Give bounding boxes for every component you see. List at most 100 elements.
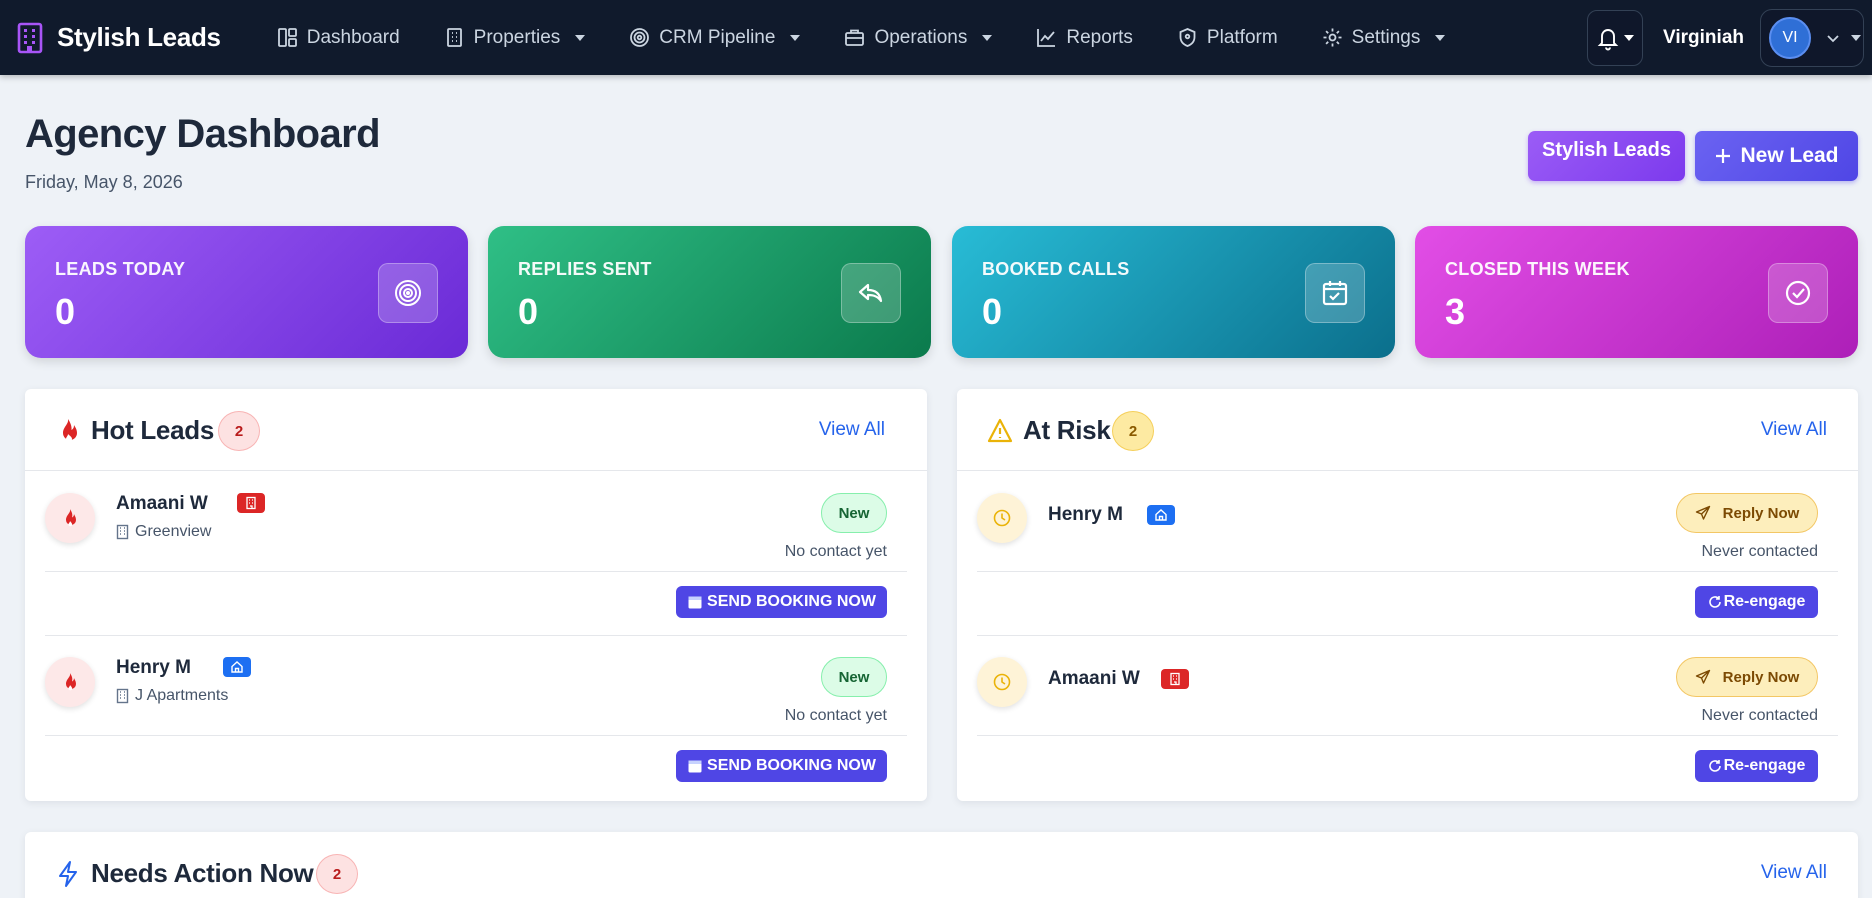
building-icon <box>116 688 129 704</box>
needs-action-view-all-link[interactable]: View All <box>1761 862 1827 884</box>
calendar-check-icon <box>1322 281 1348 306</box>
needs-action-count-badge: 2 <box>316 854 358 894</box>
needs-action-panel: Needs Action Now 2 View All <box>25 832 1858 898</box>
send-icon <box>1695 669 1710 684</box>
hot-leads-header: Hot Leads 2 View All <box>25 389 927 471</box>
building-tag <box>237 493 265 513</box>
page-title: Agency Dashboard <box>25 112 381 156</box>
flame-icon <box>66 673 76 691</box>
lead-name[interactable]: Henry M <box>1048 504 1123 526</box>
list-item[interactable]: Amaani W Greenview New No contact yet SE… <box>45 471 907 636</box>
target-icon <box>395 280 421 306</box>
stat-value: 0 <box>55 291 76 332</box>
lead-property: Greenview <box>116 523 211 541</box>
stat-value: 3 <box>1445 291 1466 332</box>
main-nav: Dashboard Properties CRM Pipeline Operat… <box>277 0 1490 75</box>
nav-right: Virginiah VI <box>1587 0 1872 75</box>
lead-avatar <box>45 657 95 707</box>
check-circle-icon <box>1785 280 1811 306</box>
nav-settings-label: Settings <box>1351 26 1421 48</box>
at-risk-header: At Risk 2 View All <box>957 389 1858 471</box>
caret-down-icon <box>1851 34 1861 41</box>
re-engage-label: Re-engage <box>1723 593 1806 610</box>
stat-card-booked-calls[interactable]: BOOKED CALLS 0 <box>952 226 1395 358</box>
home-tag <box>223 657 251 677</box>
top-navbar: Stylish Leads Dashboard Properties CRM P… <box>0 0 1872 75</box>
nav-reports-label: Reports <box>1066 26 1133 48</box>
lead-property: J Apartments <box>116 687 228 705</box>
send-booking-button[interactable]: SEND BOOKING NOW <box>676 586 887 618</box>
page-date: Friday, May 8, 2026 <box>25 172 183 192</box>
nav-operations-label: Operations <box>874 26 968 48</box>
at-risk-title: At Risk <box>1023 415 1111 445</box>
brand[interactable]: Stylish Leads <box>17 0 221 75</box>
clock-icon <box>993 673 1011 691</box>
reply-now-badge[interactable]: Reply Now <box>1676 493 1818 533</box>
chevron-down-icon <box>1827 34 1839 42</box>
stat-icon-box <box>1305 263 1365 323</box>
lead-name[interactable]: Amaani W <box>1048 668 1140 690</box>
divider <box>977 735 1838 736</box>
chevron-down-icon <box>575 34 586 41</box>
stat-icon-box <box>1768 263 1828 323</box>
needs-action-title: Needs Action Now <box>91 858 314 888</box>
nav-crm-pipeline[interactable]: CRM Pipeline <box>629 0 801 75</box>
lead-avatar <box>977 657 1027 707</box>
lead-property-name: J Apartments <box>135 687 229 704</box>
reply-now-badge[interactable]: Reply Now <box>1676 657 1818 697</box>
nav-crm-pipeline-label: CRM Pipeline <box>659 26 776 48</box>
hot-leads-view-all-link[interactable]: View All <box>819 419 885 441</box>
building-icon <box>116 524 129 540</box>
chevron-down-icon <box>1624 34 1635 41</box>
refresh-icon <box>1708 596 1721 608</box>
nav-platform[interactable]: Platform <box>1177 0 1278 75</box>
list-item[interactable]: Amaani W Reply Now Never contacted Re-en… <box>977 635 1838 799</box>
nav-dashboard[interactable]: Dashboard <box>277 0 400 75</box>
re-engage-button[interactable]: Re-engage <box>1695 750 1818 782</box>
nav-reports[interactable]: Reports <box>1036 0 1133 75</box>
needs-action-header: Needs Action Now 2 View All <box>25 832 1858 898</box>
nav-settings[interactable]: Settings <box>1322 0 1446 75</box>
status-badge: New <box>821 657 887 697</box>
user-name: Virginiah <box>1663 26 1744 48</box>
lead-name[interactable]: Amaani W <box>116 493 208 515</box>
stat-label: CLOSED THIS WEEK <box>1445 259 1630 279</box>
nav-platform-label: Platform <box>1206 26 1278 48</box>
stat-icon-box <box>841 263 901 323</box>
briefcase-icon <box>845 29 865 46</box>
stat-card-replies-sent[interactable]: REPLIES SENT 0 <box>488 226 931 358</box>
stat-label: BOOKED CALLS <box>982 259 1130 279</box>
nav-operations[interactable]: Operations <box>844 0 993 75</box>
stat-label: REPLIES SENT <box>518 259 652 279</box>
divider <box>45 571 907 572</box>
list-item[interactable]: Henry M Reply Now Never contacted Re-eng… <box>977 471 1838 636</box>
chevron-down-icon <box>982 34 993 41</box>
re-engage-button[interactable]: Re-engage <box>1695 586 1818 618</box>
gear-icon <box>1323 28 1342 47</box>
contact-status: Never contacted <box>1701 707 1818 724</box>
list-item[interactable]: Henry M J Apartments New No contact yet … <box>45 635 907 799</box>
new-lead-button[interactable]: New Lead <box>1695 131 1858 181</box>
send-booking-button[interactable]: SEND BOOKING NOW <box>676 750 887 782</box>
home-tag <box>1147 505 1175 525</box>
reply-icon <box>858 283 883 303</box>
flame-icon <box>63 419 77 442</box>
notifications-button[interactable] <box>1587 9 1644 66</box>
stylish-leads-button[interactable]: Stylish Leads <box>1528 131 1685 181</box>
stat-card-leads-today[interactable]: LEADS TODAY 0 <box>25 226 468 358</box>
user-menu-button[interactable]: VI <box>1760 8 1864 67</box>
building-logo-icon <box>17 22 43 53</box>
nav-properties[interactable]: Properties <box>444 0 586 75</box>
stat-value: 0 <box>982 291 1003 332</box>
lead-name[interactable]: Henry M <box>116 657 191 679</box>
contact-status: Never contacted <box>1701 543 1818 560</box>
clock-icon <box>993 509 1011 527</box>
reply-now-label: Reply Now <box>1722 504 1800 522</box>
lead-property-name: Greenview <box>135 523 212 540</box>
re-engage-label: Re-engage <box>1723 757 1806 774</box>
stat-icon-box <box>378 263 438 323</box>
at-risk-view-all-link[interactable]: View All <box>1761 419 1827 441</box>
home-icon <box>231 661 243 673</box>
chart-line-icon <box>1037 29 1056 47</box>
stat-card-closed-this-week[interactable]: CLOSED THIS WEEK 3 <box>1415 226 1858 358</box>
